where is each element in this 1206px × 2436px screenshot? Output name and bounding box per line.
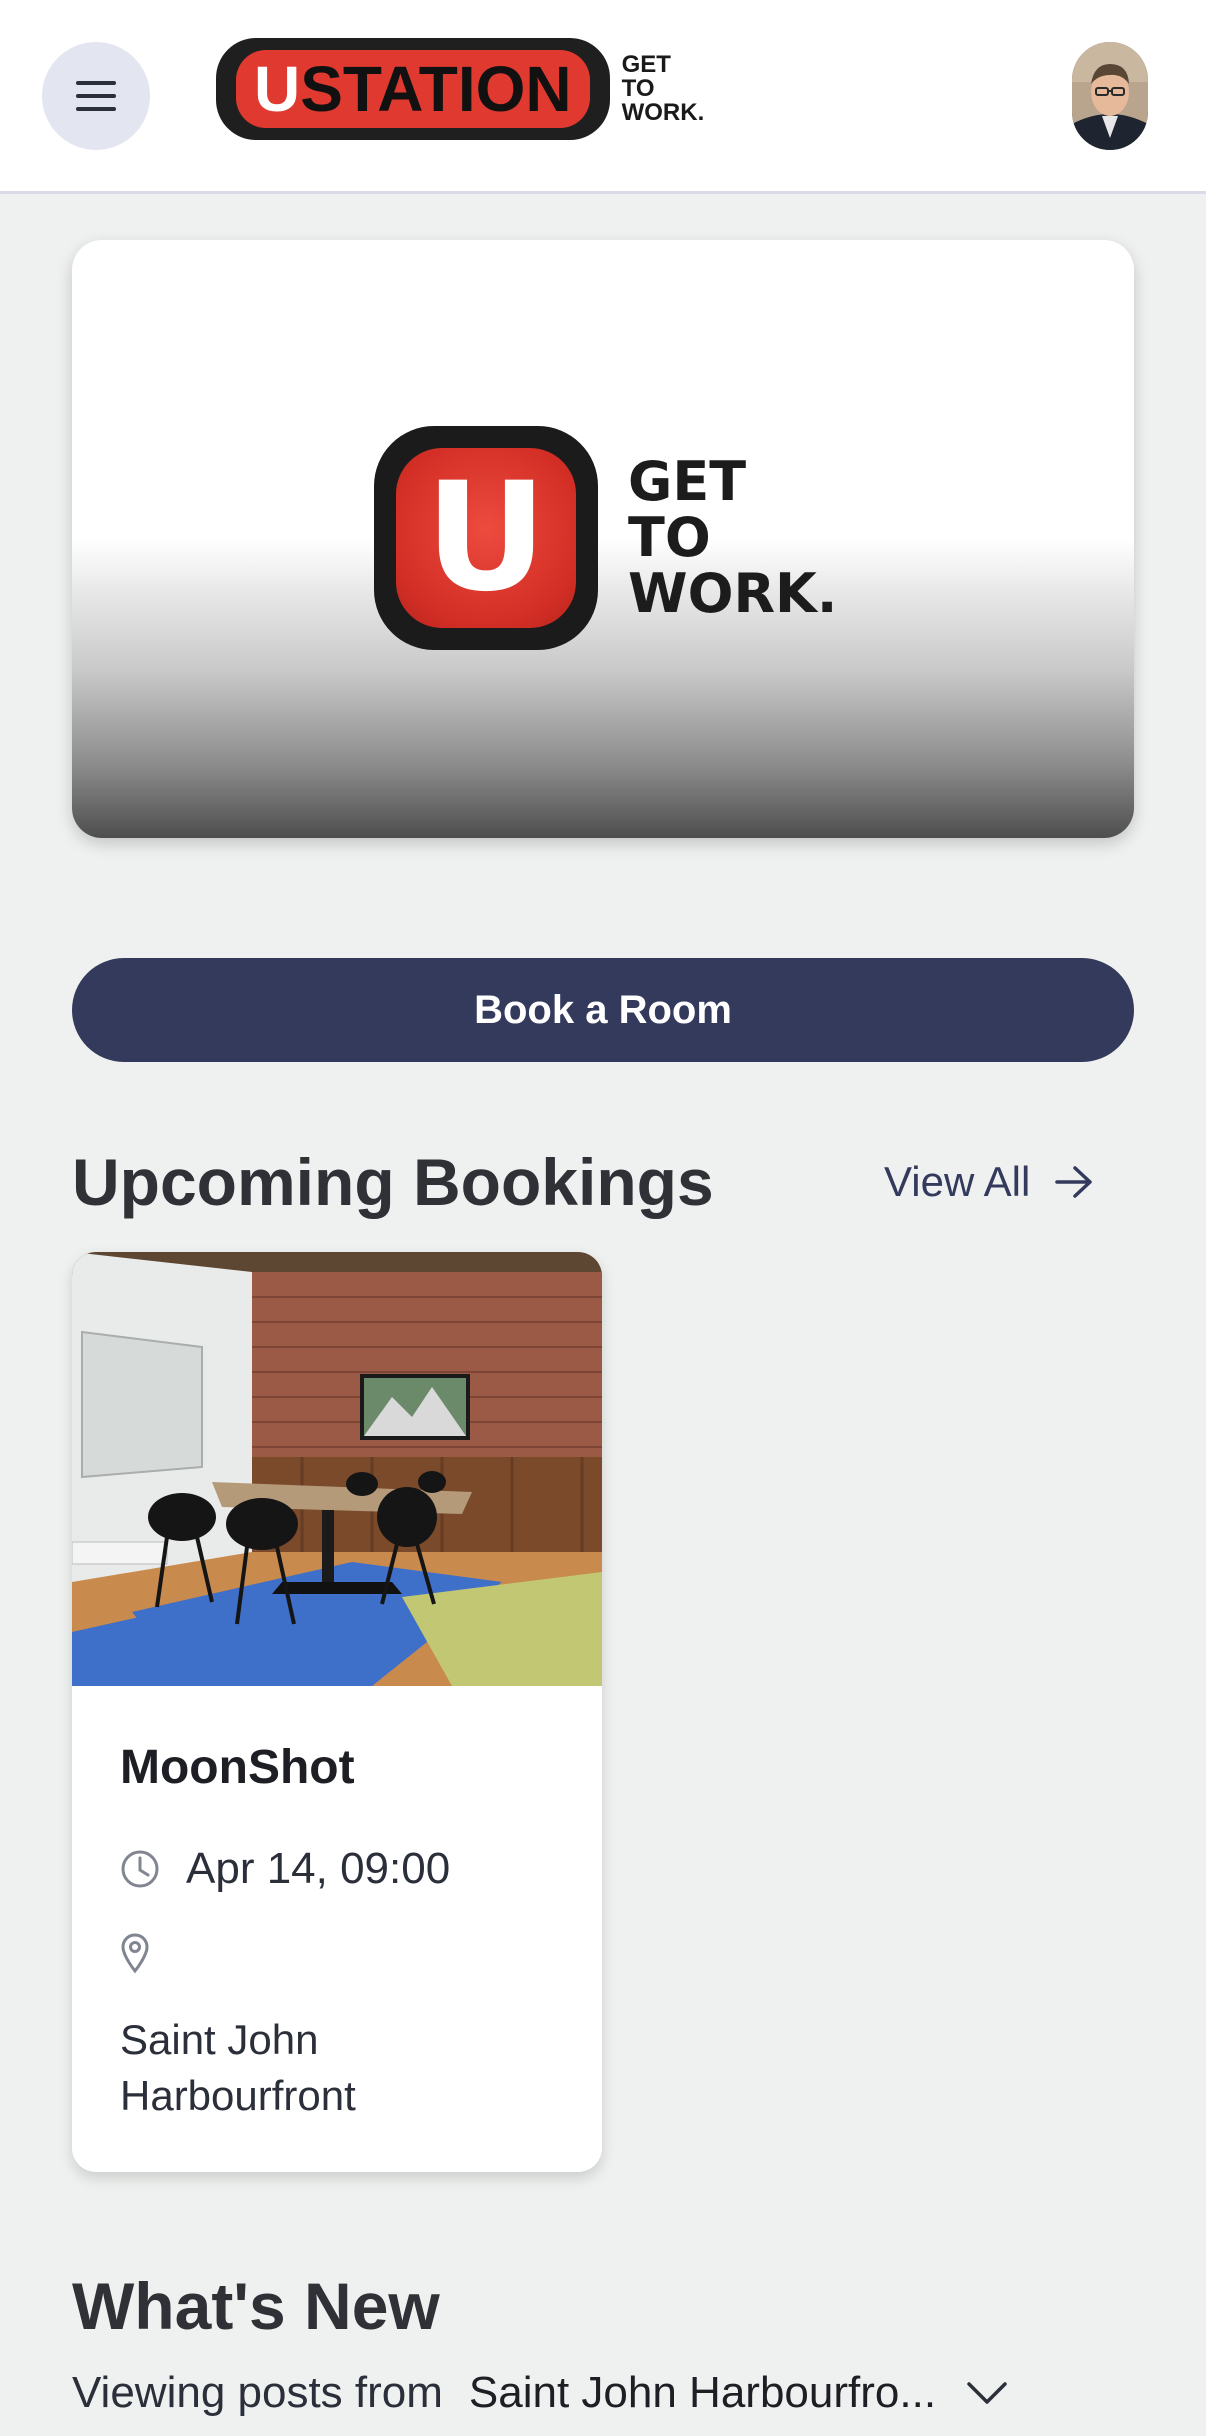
- view-all-label: View All: [884, 1158, 1031, 1205]
- posts-filter-label: Viewing posts from: [72, 2368, 443, 2417]
- room-photo: [72, 1252, 602, 1686]
- hero-tagline: GET TO WORK.: [628, 450, 838, 625]
- hero-banner: U GET TO WORK.: [72, 240, 1134, 838]
- upcoming-bookings-title: Upcoming Bookings: [72, 1145, 714, 1219]
- avatar-photo: [1072, 42, 1148, 150]
- location-select-value: Saint John Harbourfro...: [468, 2368, 937, 2417]
- hero-logo: U GET TO WORK.: [374, 426, 837, 650]
- view-all-link[interactable]: View All: [884, 1158, 1094, 1206]
- booking-time: Apr 14, 09:00: [120, 1844, 450, 1894]
- app-header: USTATION GET TO WORK.: [0, 0, 1206, 194]
- arrow-right-icon: [1055, 1166, 1093, 1198]
- booking-time-text: Apr 14, 09:00: [186, 1844, 451, 1893]
- brand-logo[interactable]: USTATION GET TO WORK.: [216, 36, 704, 142]
- brand-tagline: GET TO WORK.: [621, 51, 705, 126]
- posts-filter-row: Viewing posts from Saint John Harbourfro…: [72, 2368, 1008, 2418]
- brand-logo-pill: USTATION: [216, 38, 610, 140]
- whats-new-title: What's New: [72, 2269, 440, 2343]
- booking-location: Saint John Harbourfront: [120, 2016, 356, 2119]
- book-room-button[interactable]: Book a Room: [72, 958, 1134, 1062]
- booking-card[interactable]: MoonShot Apr 14, 09:00 Saint John Harbou…: [72, 1252, 602, 2172]
- location-select[interactable]: Saint John Harbourfro...: [469, 2368, 1008, 2418]
- chevron-down-icon: [967, 2382, 1007, 2404]
- location-pin-icon: [121, 1933, 149, 1974]
- menu-button[interactable]: [42, 42, 150, 150]
- brand-mark-icon: U: [374, 426, 598, 650]
- booking-location-icon-row: [120, 1932, 150, 1974]
- clock-icon: [121, 1850, 159, 1888]
- hamburger-menu-icon: [76, 81, 116, 111]
- user-avatar[interactable]: [1072, 42, 1148, 150]
- room-name: MoonShot: [120, 1741, 355, 1794]
- brand-wordmark: USTATION: [254, 53, 572, 125]
